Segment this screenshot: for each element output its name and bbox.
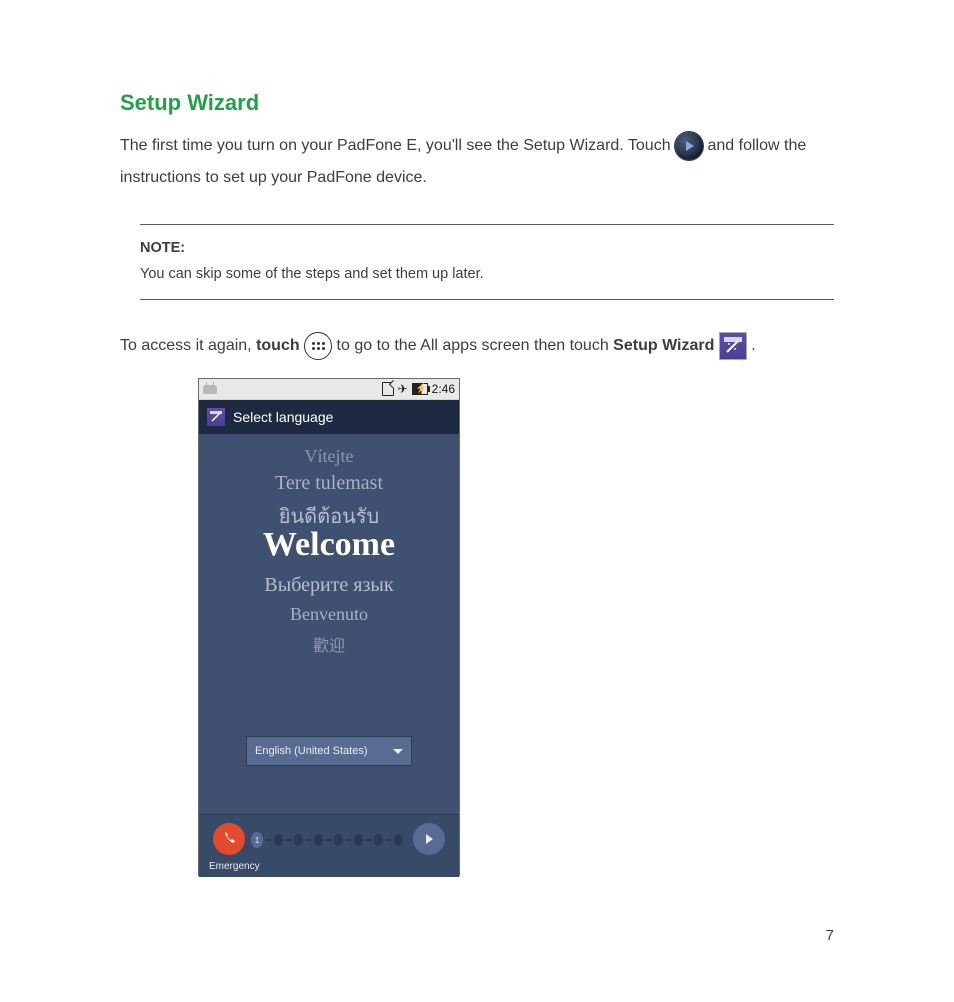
language-wheel[interactable]: Vítejte Tere tulemast ยินดีต้อนรับ Welco… — [199, 434, 459, 814]
note-box: NOTE: You can skip some of the steps and… — [140, 224, 834, 300]
page-number: 7 — [826, 927, 834, 944]
next-button[interactable] — [413, 823, 445, 855]
sim-icon — [382, 382, 394, 396]
access-text-a: To access it again, — [120, 337, 256, 354]
android-icon — [203, 385, 217, 394]
manual-page: Setup Wizard The first time you turn on … — [0, 0, 954, 1002]
all-apps-icon — [304, 332, 332, 360]
wizard-footer: Emergency 1 — [199, 814, 459, 877]
intro-paragraph: The first time you turn on your PadFone … — [120, 130, 834, 194]
lang-option[interactable]: 歡迎 — [199, 632, 459, 656]
access-paragraph: To access it again, touch to go to the A… — [120, 330, 834, 362]
titlebar: Select language — [199, 400, 459, 434]
lang-option[interactable]: Benvenuto — [199, 604, 459, 625]
touch-word: touch — [256, 337, 300, 354]
progress-steps: 1 — [251, 835, 403, 845]
screen-title: Select language — [233, 409, 333, 425]
setup-wizard-word: Setup Wizard — [613, 337, 714, 354]
emergency-label: Emergency — [209, 861, 260, 872]
step-current: 1 — [251, 832, 263, 848]
statusbar: ✈ ⚡ 2:46 — [199, 379, 459, 400]
device-screenshot: ✈ ⚡ 2:46 Select language Vítejte Tere tu… — [198, 378, 460, 876]
lang-option-selected[interactable]: Welcome — [199, 526, 459, 564]
emergency-call-button[interactable] — [213, 823, 245, 855]
battery-icon: ⚡ — [412, 383, 428, 395]
wizard-icon — [207, 408, 225, 426]
note-label: NOTE: — [140, 235, 834, 261]
chevron-down-icon — [393, 749, 403, 754]
lang-option[interactable]: Tere tulemast — [199, 472, 459, 495]
lang-option[interactable]: Vítejte — [199, 446, 459, 467]
language-dropdown[interactable]: English (United States) — [246, 736, 412, 766]
access-text-c: . — [751, 337, 755, 354]
play-icon — [675, 132, 703, 160]
status-time: 2:46 — [432, 382, 455, 396]
access-text-b: to go to the All apps screen then touch — [337, 337, 614, 354]
setup-wizard-icon — [719, 332, 747, 360]
airplane-mode-icon: ✈ — [398, 383, 408, 395]
section-heading: Setup Wizard — [120, 90, 834, 116]
lang-option[interactable]: Выберите язык — [199, 574, 459, 597]
dropdown-value: English (United States) — [255, 745, 368, 757]
note-text: You can skip some of the steps and set t… — [140, 261, 834, 287]
intro-text-a: The first time you turn on your PadFone … — [120, 137, 675, 154]
